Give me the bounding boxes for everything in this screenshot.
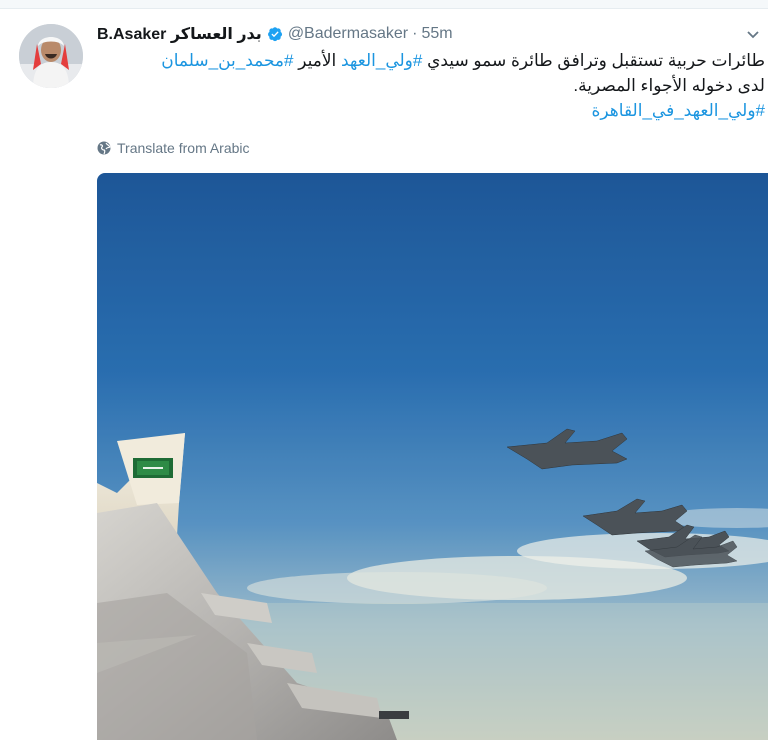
handle[interactable]: @Badermasaker — [288, 25, 408, 43]
tweet-text-line-3: #ولي_العهد_في_القاهرة — [97, 98, 765, 123]
tweet-text-line-1: طائرات حربية تستقبل وترافق طائرة سمو سيد… — [97, 48, 765, 73]
jets-escort-photo — [97, 173, 768, 740]
tweet-media-photo[interactable] — [97, 173, 768, 740]
tweet-text: طائرات حربية تستقبل وترافق طائرة سمو سيد… — [97, 48, 765, 123]
display-name-en: B.Asaker — [97, 26, 167, 43]
tweet-text-segment: طائرات حربية تستقبل وترافق طائرة سمو سيد… — [427, 51, 765, 70]
tweet-text-line-2: لدى دخوله الأجواء المصرية. — [573, 76, 765, 95]
hashtag-link[interactable]: #ولي_العهد — [341, 51, 422, 70]
display-name-ar: بدر العساكر — [170, 26, 262, 43]
separator: · — [412, 25, 418, 42]
translate-label: Translate from Arabic — [117, 140, 250, 156]
timeline-divider — [0, 0, 768, 9]
translate-link[interactable]: Translate from Arabic — [97, 138, 250, 158]
verified-badge-icon — [267, 27, 282, 42]
hashtag-link[interactable]: #محمد_بن_سلمان — [161, 51, 293, 70]
chevron-down-icon[interactable] — [745, 26, 761, 42]
tweet[interactable]: B.Asaker بدر العساكر @Badermasaker · 55m… — [0, 0, 768, 740]
avatar[interactable] — [19, 24, 83, 88]
tweet-header: B.Asaker بدر العساكر @Badermasaker · 55m — [97, 22, 737, 46]
display-name[interactable]: B.Asaker بدر العساكر — [97, 24, 262, 44]
avatar-image — [19, 24, 83, 88]
tweet-text-segment: الأمير — [298, 51, 337, 70]
hashtag-link[interactable]: #ولي_العهد_في_القاهرة — [592, 101, 765, 120]
globe-icon — [97, 141, 111, 155]
timestamp[interactable]: 55m — [421, 25, 452, 43]
